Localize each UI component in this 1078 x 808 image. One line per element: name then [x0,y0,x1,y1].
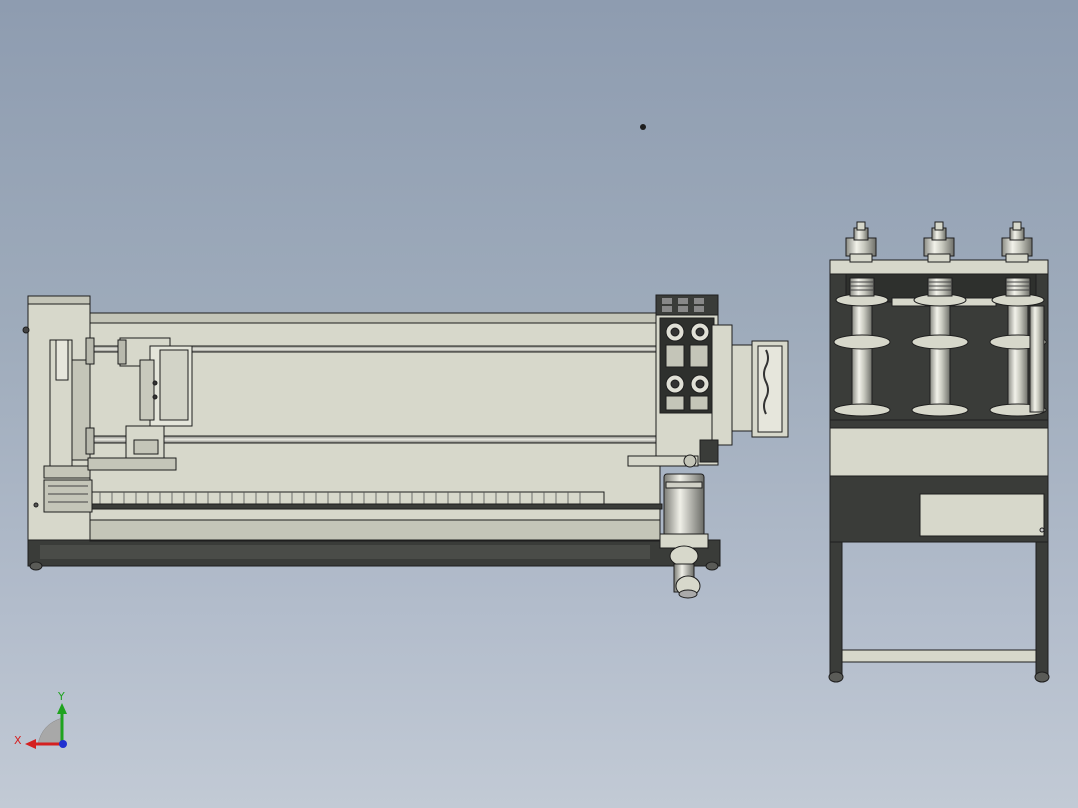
middle-panel [829,425,1049,477]
guide-rod-lower [91,435,665,444]
top-cap-1 [845,221,877,263]
leg-right [1035,539,1049,677]
top-cap-2 [923,221,955,263]
leg-crossbar [841,649,1037,663]
origin-marker [640,124,646,130]
cabinet-door [919,493,1045,537]
side-view-machine[interactable] [828,221,1050,683]
triad-x-label: X [14,734,22,747]
side-plate [731,344,755,432]
triad-y-arrow [57,703,67,714]
foot-right [705,561,719,571]
cable-chain-links [99,492,581,504]
top-cap-3 [1001,221,1033,263]
foot-left [29,561,43,571]
triad-y-label: Y [57,690,65,703]
leg-left [829,539,843,677]
front-view-machine[interactable] [22,294,789,599]
cad-viewport[interactable]: Y X [0,0,1078,808]
orientation-triad[interactable]: Y X [14,690,67,749]
triad-plane [37,717,63,745]
triad-x-arrow [25,739,36,749]
cad-scene[interactable]: Y X [0,0,1078,808]
triad-z-axis [59,740,67,748]
